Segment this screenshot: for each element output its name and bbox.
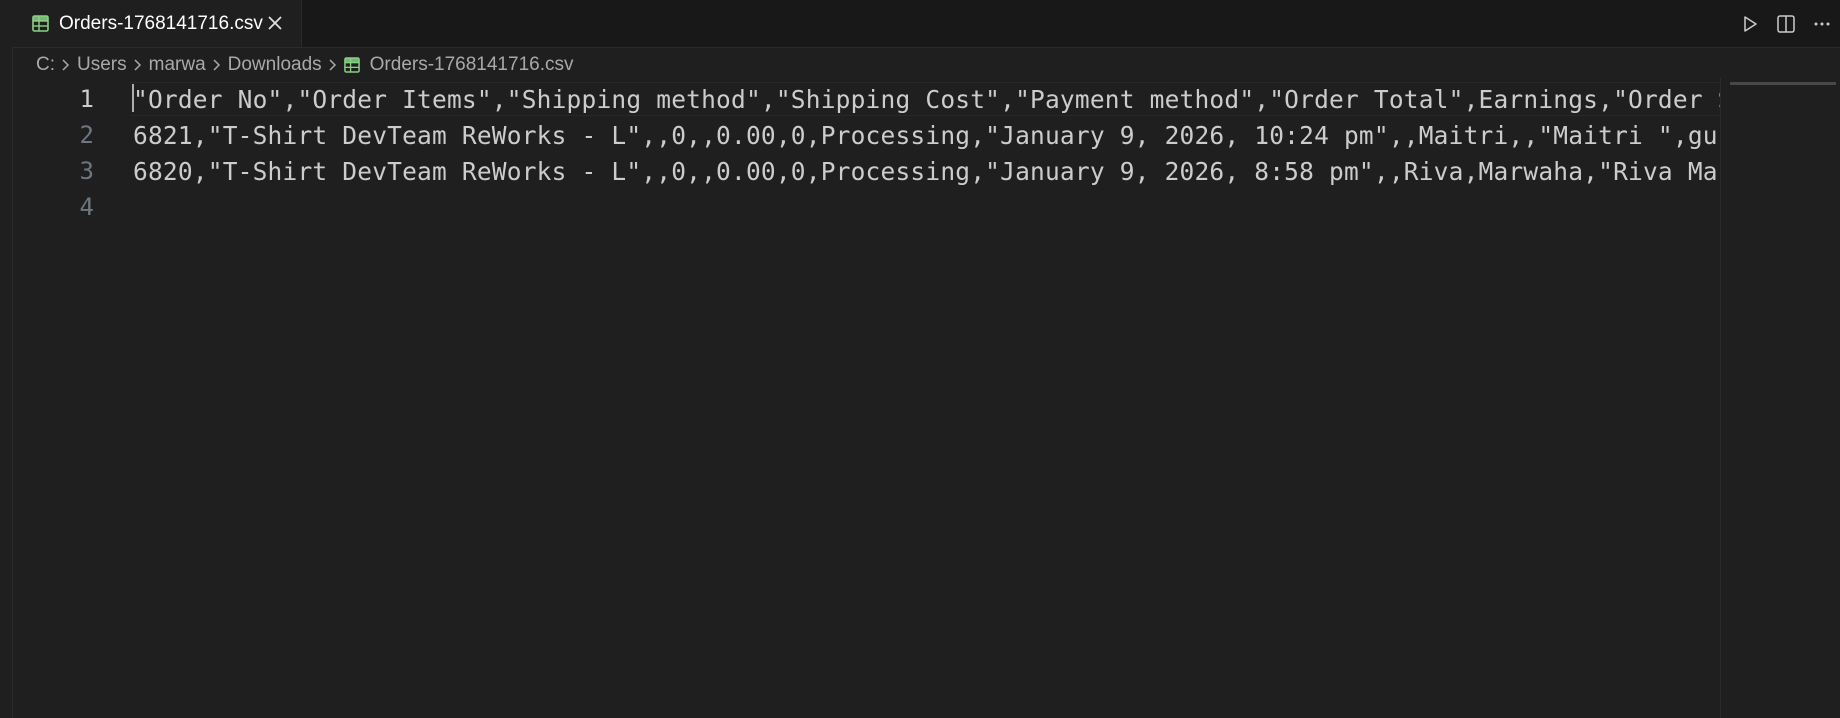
- play-icon[interactable]: [1732, 6, 1768, 42]
- line-number: 4: [79, 193, 94, 221]
- text-editor[interactable]: 1 "Order No","Order Items","Shipping met…: [12, 82, 1720, 718]
- breadcrumb-file-label: Orders-1768141716.csv: [369, 54, 574, 75]
- breadcrumb-downloads[interactable]: Downloads: [228, 54, 322, 76]
- line-text[interactable]: 6820,"T-Shirt DevTeam ReWorks - L",,0,,0…: [133, 157, 1720, 186]
- minimap[interactable]: [1720, 78, 1840, 718]
- chevron-right-icon: [206, 58, 228, 72]
- chevron-right-icon: [322, 58, 344, 72]
- split-editor-icon[interactable]: [1768, 6, 1804, 42]
- chevron-right-icon: [127, 58, 149, 72]
- csv-file-icon: [32, 15, 49, 32]
- csv-file-icon: [343, 57, 360, 73]
- more-actions-icon[interactable]: [1804, 6, 1840, 42]
- editor-line: 3 6820,"T-Shirt DevTeam ReWorks - L",,0,…: [12, 153, 1720, 189]
- breadcrumb: C: Users marwa Downloads Orders-17681417…: [36, 52, 573, 78]
- breadcrumb-user-folder[interactable]: marwa: [149, 54, 206, 76]
- breadcrumb-drive[interactable]: C:: [36, 54, 55, 76]
- breadcrumb-file[interactable]: Orders-1768141716.csv: [343, 54, 574, 76]
- close-icon[interactable]: [263, 11, 287, 35]
- breadcrumb-users[interactable]: Users: [77, 54, 127, 76]
- editor-line: 1 "Order No","Order Items","Shipping met…: [12, 82, 1720, 117]
- text-cursor: [132, 84, 134, 112]
- line-text[interactable]: 6821,"T-Shirt DevTeam ReWorks - L",,0,,0…: [133, 121, 1720, 150]
- line-text[interactable]: "Order No","Order Items","Shipping metho…: [133, 85, 1720, 114]
- editor-window: Orders-1768141716.csv C: Users marwa Dow…: [0, 0, 1840, 718]
- chevron-right-icon: [55, 58, 77, 72]
- line-number: 2: [79, 121, 94, 149]
- tab-orders-csv[interactable]: Orders-1768141716.csv: [12, 0, 302, 47]
- editor-line: 4: [12, 189, 1720, 225]
- tab-bar: Orders-1768141716.csv: [12, 0, 1840, 48]
- line-number: 3: [79, 157, 94, 185]
- line-number: 1: [79, 85, 94, 113]
- tab-label: Orders-1768141716.csv: [59, 12, 263, 34]
- editor-line: 2 6821,"T-Shirt DevTeam ReWorks - L",,0,…: [12, 117, 1720, 153]
- minimap-line: [1730, 82, 1836, 85]
- editor-actions: [1732, 0, 1840, 47]
